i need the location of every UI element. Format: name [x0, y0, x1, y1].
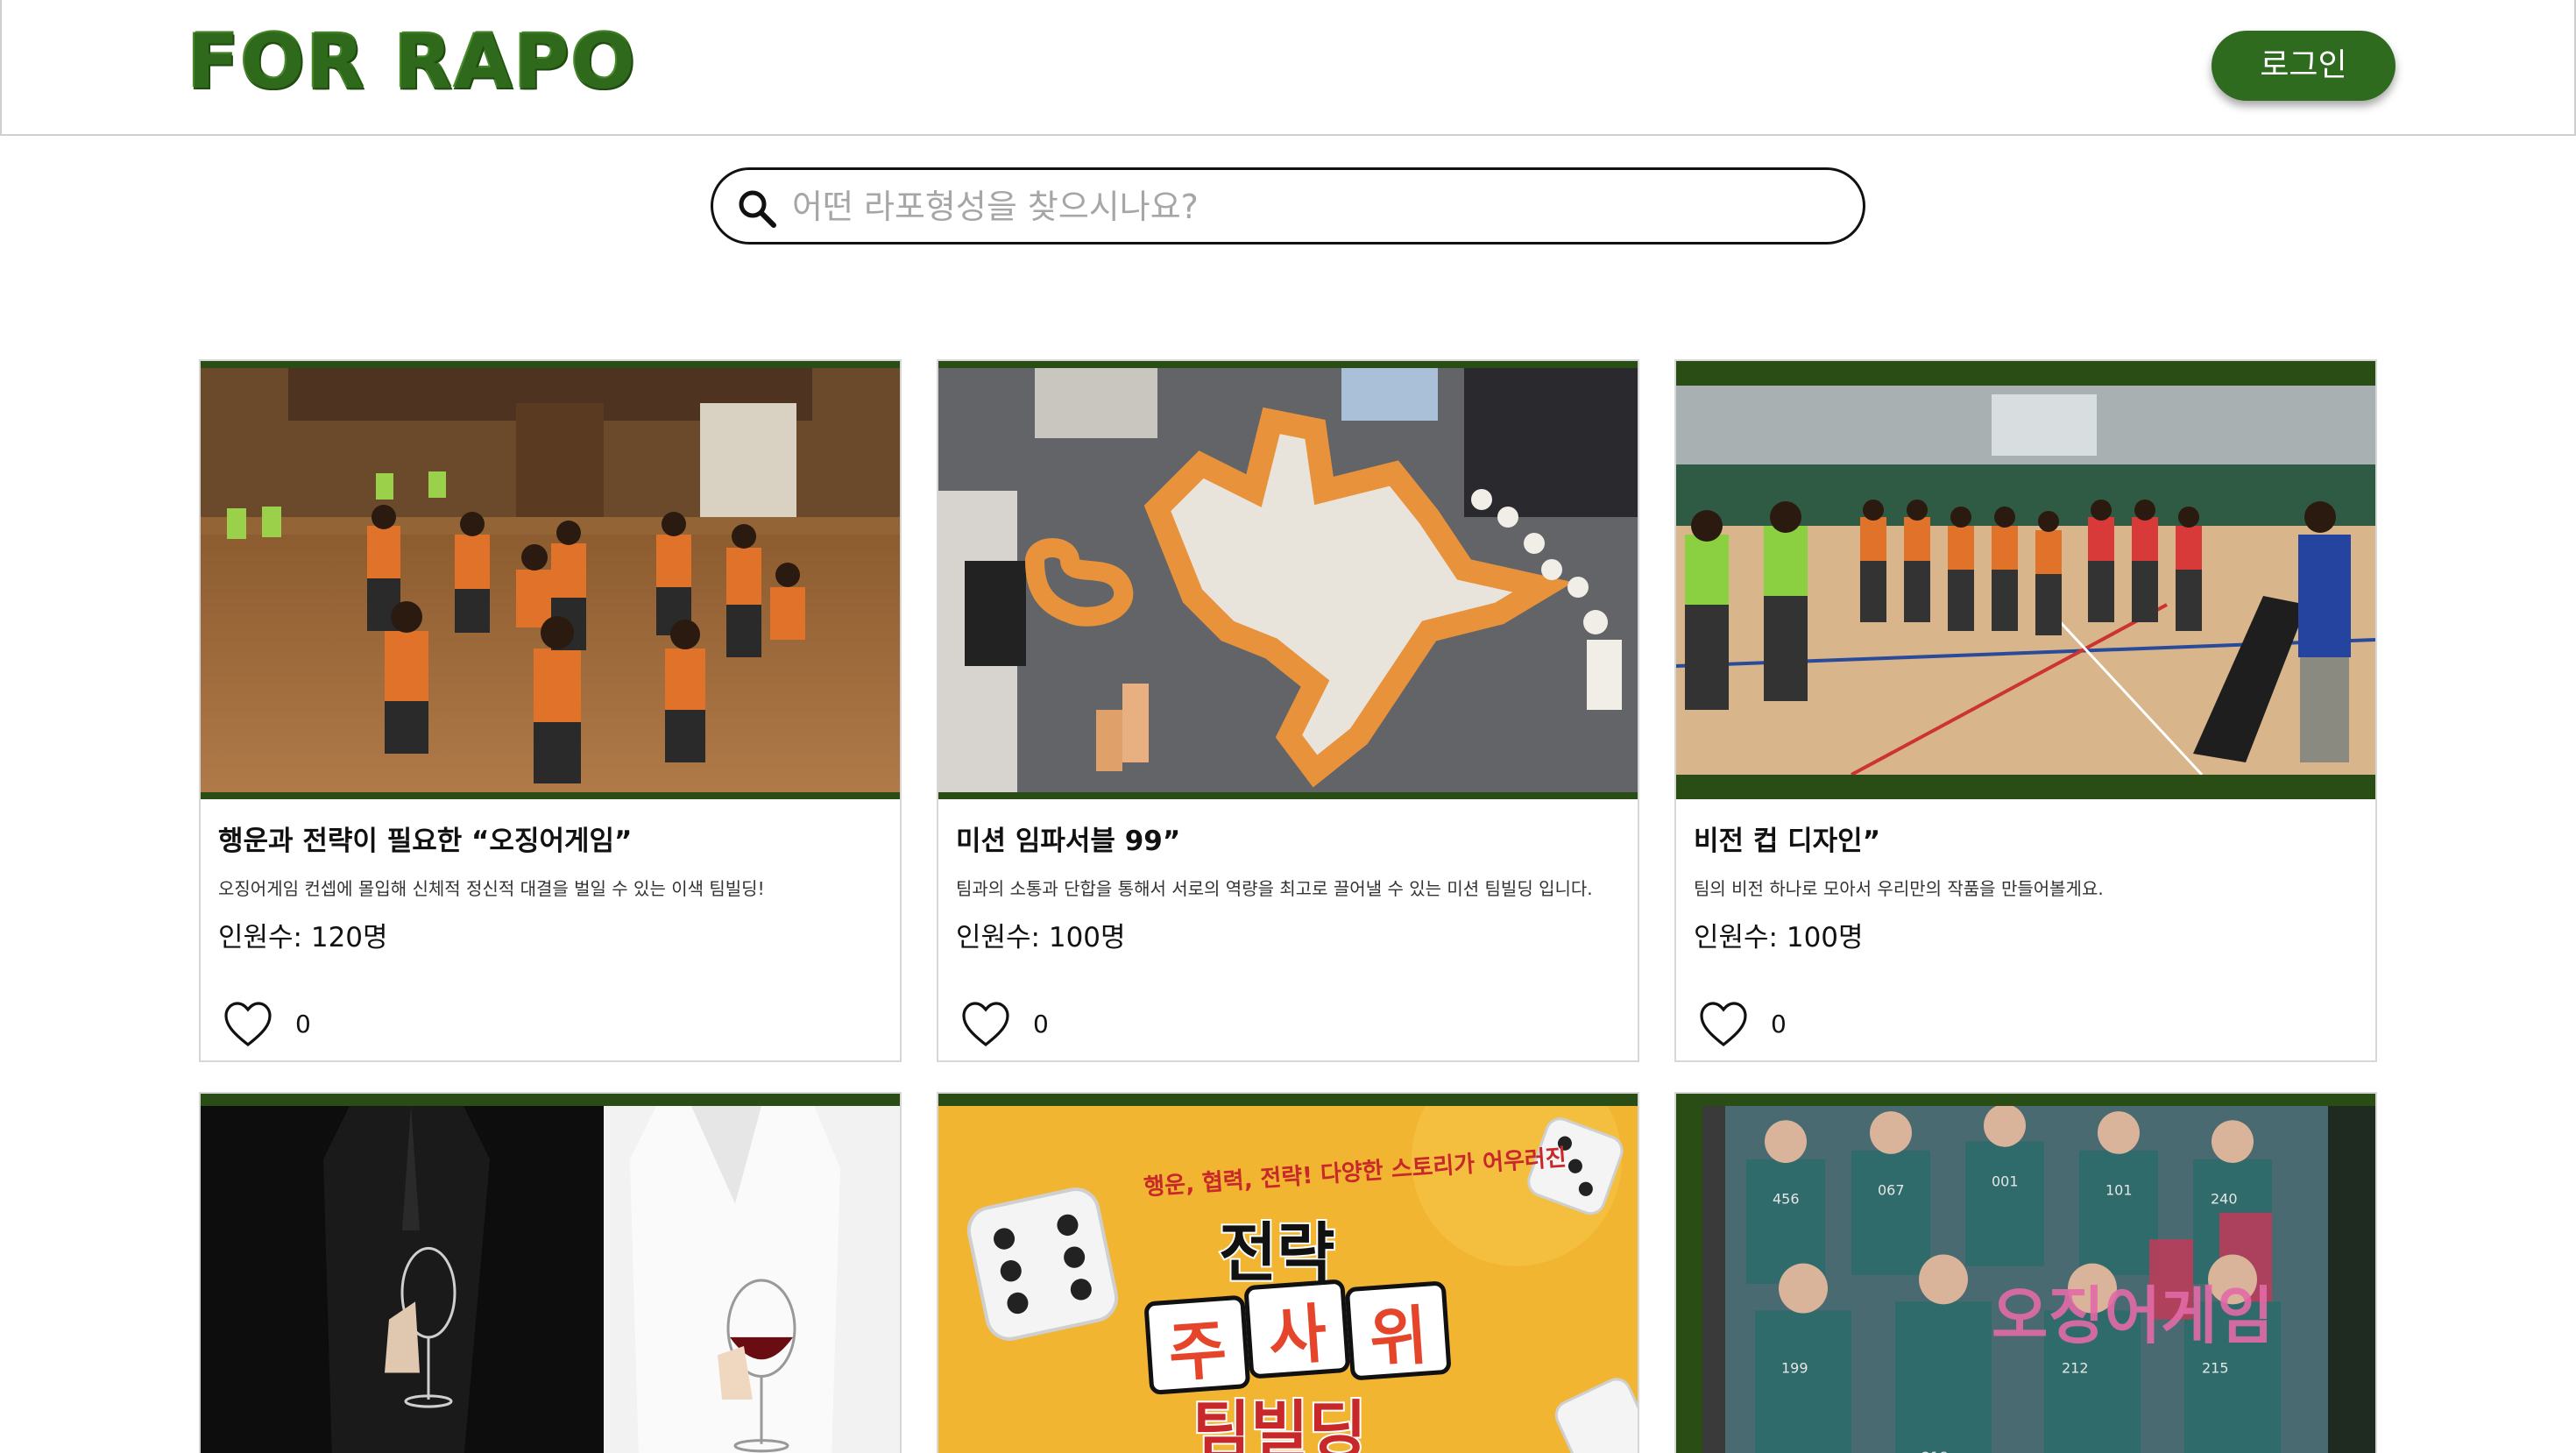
- program-title[interactable]: 미션 임파서블 99”: [956, 819, 1622, 858]
- like-count: 0: [1771, 1010, 1787, 1038]
- heart-icon[interactable]: [961, 1001, 1010, 1048]
- screen-number: 101: [2105, 1181, 2133, 1198]
- screen-number: 215: [2202, 1359, 2229, 1376]
- search-icon[interactable]: [736, 188, 778, 230]
- screen-number: 212: [2062, 1359, 2089, 1376]
- program-title[interactable]: 비전 컵 디자인”: [1694, 819, 2360, 858]
- heart-icon[interactable]: [1699, 1001, 1748, 1048]
- program-card[interactable]: 비전 컵 디자인” 팀의 비전 하나로 모아서 우리만의 작품을 만들어볼게요.…: [1674, 359, 2377, 1062]
- program-headcount: 인원수: 100명: [1694, 922, 1864, 953]
- screen-number: 456: [1773, 1191, 1800, 1208]
- screen-number: 199: [1781, 1359, 1808, 1376]
- site-logo[interactable]: FOR RAPO: [188, 23, 637, 102]
- screen-number: 240: [2211, 1191, 2238, 1208]
- program-description: 팀의 비전 하나로 모아서 우리만의 작품을 만들어볼게요.: [1694, 878, 2104, 899]
- poster-title-char-2: 사: [1266, 1297, 1329, 1375]
- search-input[interactable]: [792, 179, 1844, 235]
- heart-icon[interactable]: [223, 1001, 272, 1048]
- program-headcount: 인원수: 120명: [218, 922, 388, 953]
- program-image-squid-game-screen[interactable]: 456 218 199 067 001 101 240 212 215 오징어게…: [1676, 1094, 2375, 1453]
- program-image-wine-glasses[interactable]: [201, 1094, 900, 1453]
- program-description: 오징어게임 컨셉에 몰입해 신체적 정신적 대결을 벌일 수 있는 이색 팀빌딩…: [218, 878, 765, 899]
- poster-title: 오징어게임: [1992, 1279, 2274, 1352]
- poster-title-line1: 전략: [1219, 1216, 1334, 1291]
- poster-title-line3: 팀빌딩: [1192, 1394, 1367, 1453]
- poster-title-char-1: 주: [1166, 1313, 1229, 1391]
- program-image-paper-cups[interactable]: [938, 361, 1638, 799]
- program-card[interactable]: 행운과 전략이 필요한 “오징어게임” 오징어게임 컨셉에 몰입해 신체적 정신…: [199, 359, 902, 1062]
- program-card[interactable]: 456 218 199 067 001 101 240 212 215 오징어게…: [1674, 1092, 2377, 1453]
- program-image-squid-game-indoor[interactable]: [201, 361, 900, 799]
- program-card[interactable]: [199, 1092, 902, 1453]
- search-bar[interactable]: [711, 167, 1865, 245]
- screen-number: 067: [1878, 1181, 1905, 1198]
- program-description: 팀과의 소통과 단합을 통해서 서로의 역량을 최고로 끌어낼 수 있는 미션 …: [956, 878, 1593, 899]
- program-headcount: 인원수: 100명: [956, 922, 1126, 953]
- like-count: 0: [295, 1010, 311, 1038]
- program-title[interactable]: 행운과 전략이 필요한 “오징어게임”: [218, 819, 884, 858]
- program-image-vision-cup[interactable]: [1676, 361, 2375, 799]
- screen-number: 218: [1921, 1449, 1949, 1453]
- login-button[interactable]: 로그인: [2212, 31, 2396, 101]
- program-card[interactable]: 미션 임파서블 99” 팀과의 소통과 단합을 통해서 서로의 역량을 최고로 …: [937, 359, 1639, 1062]
- program-card[interactable]: 행운, 협력, 전략! 다양한 스토리가 어우러진 전략 주 사 위 팀빌딩: [937, 1092, 1639, 1453]
- like-count: 0: [1033, 1010, 1049, 1038]
- poster-title-char-3: 위: [1367, 1299, 1430, 1377]
- program-image-strategy-dice-poster[interactable]: 행운, 협력, 전략! 다양한 스토리가 어우러진 전략 주 사 위 팀빌딩: [938, 1094, 1638, 1453]
- screen-number: 001: [1992, 1173, 2019, 1189]
- top-navigation-bar: FOR RAPO 로그인: [0, 0, 2576, 136]
